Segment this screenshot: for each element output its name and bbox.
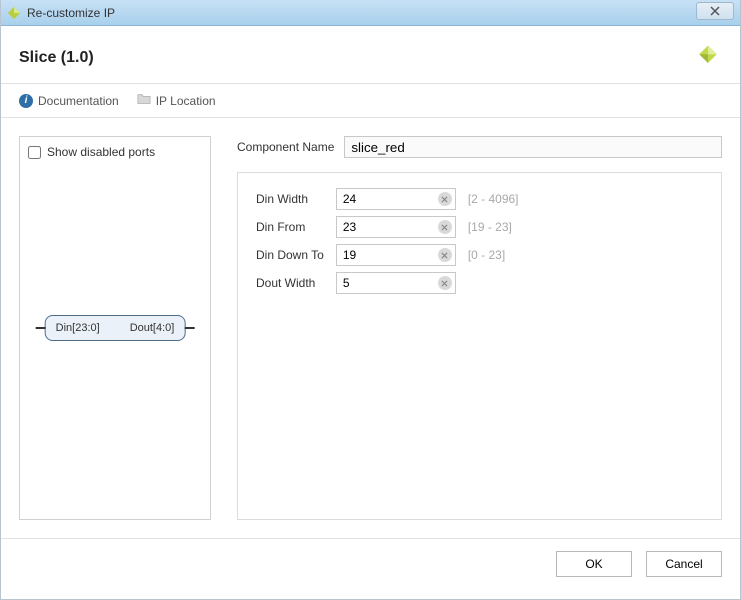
- param-label: Dout Width: [250, 269, 330, 297]
- show-disabled-ports-checkbox[interactable]: [28, 146, 41, 159]
- ip-block-preview: Din[23:0] Dout[4:0]: [45, 315, 186, 341]
- footer: OK Cancel: [1, 538, 740, 589]
- param-row-din-down-to: Din Down To [0 - 23]: [250, 241, 525, 269]
- page-title: Slice (1.0): [19, 49, 94, 67]
- param-hint: [462, 269, 525, 297]
- show-disabled-ports-label: Show disabled ports: [47, 145, 155, 159]
- clear-icon[interactable]: [438, 220, 452, 234]
- titlebar: Re-customize IP: [1, 0, 740, 26]
- content: Show disabled ports Din[23:0] Dout[4:0] …: [1, 118, 740, 538]
- vendor-logo-icon: [694, 42, 722, 73]
- app-icon: [7, 6, 21, 20]
- documentation-label: Documentation: [38, 94, 119, 108]
- info-icon: i: [19, 94, 33, 108]
- cancel-button[interactable]: Cancel: [646, 551, 722, 577]
- param-row-din-from: Din From [19 - 23]: [250, 213, 525, 241]
- window-title: Re-customize IP: [27, 6, 115, 20]
- close-icon: [710, 6, 720, 16]
- param-label: Din Down To: [250, 241, 330, 269]
- documentation-link[interactable]: i Documentation: [19, 94, 119, 108]
- ip-location-link[interactable]: IP Location: [137, 92, 216, 109]
- parameters-group: Din Width [2 - 4096] Din From [19 - 23] …: [237, 172, 722, 520]
- pin-left-icon: [36, 327, 46, 329]
- param-row-din-width: Din Width [2 - 4096]: [250, 185, 525, 213]
- clear-icon[interactable]: [438, 276, 452, 290]
- param-label: Din Width: [250, 185, 330, 213]
- pin-right-icon: [184, 327, 194, 329]
- component-name-label: Component Name: [237, 140, 334, 154]
- port-din-label: Din[23:0]: [56, 322, 100, 334]
- clear-icon[interactable]: [438, 248, 452, 262]
- ok-button[interactable]: OK: [556, 551, 632, 577]
- linkbar: i Documentation IP Location: [1, 83, 740, 118]
- folder-icon: [137, 92, 151, 109]
- config-panel: Component Name Din Width [2 - 4096] Din …: [237, 136, 722, 520]
- close-button[interactable]: [696, 2, 734, 20]
- component-name-input[interactable]: [344, 136, 722, 158]
- preview-panel: Show disabled ports Din[23:0] Dout[4:0]: [19, 136, 211, 520]
- param-label: Din From: [250, 213, 330, 241]
- param-row-dout-width: Dout Width: [250, 269, 525, 297]
- port-dout-label: Dout[4:0]: [130, 322, 175, 334]
- param-hint: [2 - 4096]: [462, 185, 525, 213]
- param-hint: [19 - 23]: [462, 213, 525, 241]
- param-hint: [0 - 23]: [462, 241, 525, 269]
- header: Slice (1.0): [1, 26, 740, 83]
- ip-location-label: IP Location: [156, 94, 216, 108]
- clear-icon[interactable]: [438, 192, 452, 206]
